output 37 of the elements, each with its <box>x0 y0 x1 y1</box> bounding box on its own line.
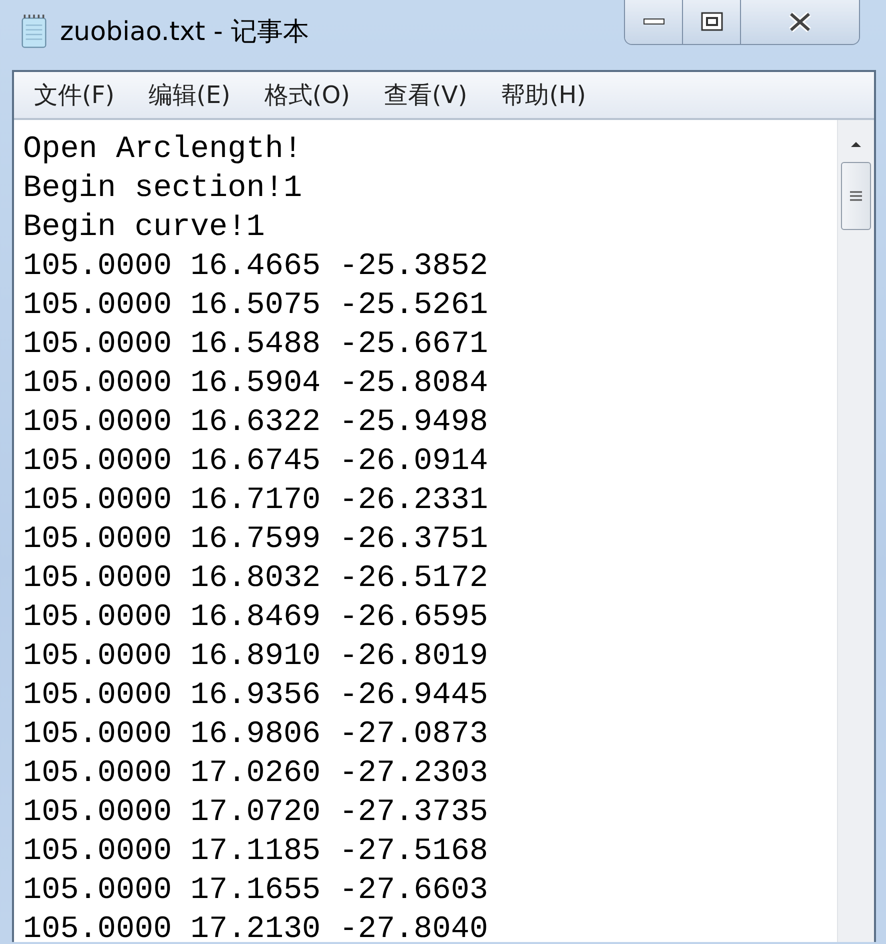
scrollbar[interactable] <box>837 120 874 942</box>
menu-item[interactable]: 文件(F) <box>34 79 115 111</box>
notepad-icon <box>20 13 48 49</box>
text-line: 105.0000 16.8910 -26.8019 <box>23 638 490 676</box>
text-line: 105.0000 17.2130 -27.8040 <box>23 911 490 942</box>
text-line: 105.0000 16.7170 -26.2331 <box>23 482 490 520</box>
maximize-button[interactable] <box>683 0 741 44</box>
text-line: 105.0000 16.6322 -25.9498 <box>23 404 490 442</box>
close-icon <box>787 12 813 32</box>
text-line: 105.0000 17.1655 -27.6603 <box>23 872 490 910</box>
text-line: 105.0000 16.8032 -26.5172 <box>23 560 490 598</box>
maximize-icon <box>700 12 722 32</box>
text-line: 105.0000 16.9806 -27.0873 <box>23 716 490 754</box>
menu-item[interactable]: 帮助(H) <box>501 79 586 111</box>
text-line: 105.0000 17.0720 -27.3735 <box>23 794 490 832</box>
scroll-thumb[interactable] <box>841 162 871 230</box>
text-line: 105.0000 16.5904 -25.8084 <box>23 365 490 403</box>
scroll-up-icon <box>850 140 862 148</box>
text-line: 105.0000 16.6745 -26.0914 <box>23 443 490 481</box>
text-line: 105.0000 16.5488 -25.6671 <box>23 326 490 364</box>
text-line: 105.0000 16.4665 -25.3852 <box>23 248 490 286</box>
text-line: 105.0000 16.9356 -26.9445 <box>23 677 490 715</box>
text-line: 105.0000 16.7599 -26.3751 <box>23 521 490 559</box>
text-line: 105.0000 16.8469 -26.6595 <box>23 599 490 637</box>
window-title: zuobiao.txt - 记事本 <box>60 16 310 48</box>
text-line: 105.0000 16.5075 -25.5261 <box>23 287 490 325</box>
text-line: Open Arclength! <box>23 131 304 169</box>
grip-icon <box>849 190 863 202</box>
menu-item[interactable]: 格式(O) <box>264 79 350 111</box>
menu-item[interactable]: 编辑(E) <box>148 79 230 111</box>
text-line: Begin section!1 <box>23 170 304 208</box>
menu-item[interactable]: 查看(V) <box>384 79 468 111</box>
text-line: Begin curve!1 <box>23 209 266 247</box>
text-line: 105.0000 17.0260 -27.2303 <box>23 755 490 793</box>
minimize-icon <box>642 18 664 26</box>
close-button[interactable] <box>741 0 859 44</box>
text-line: 105.0000 17.1185 -27.5168 <box>23 833 490 871</box>
